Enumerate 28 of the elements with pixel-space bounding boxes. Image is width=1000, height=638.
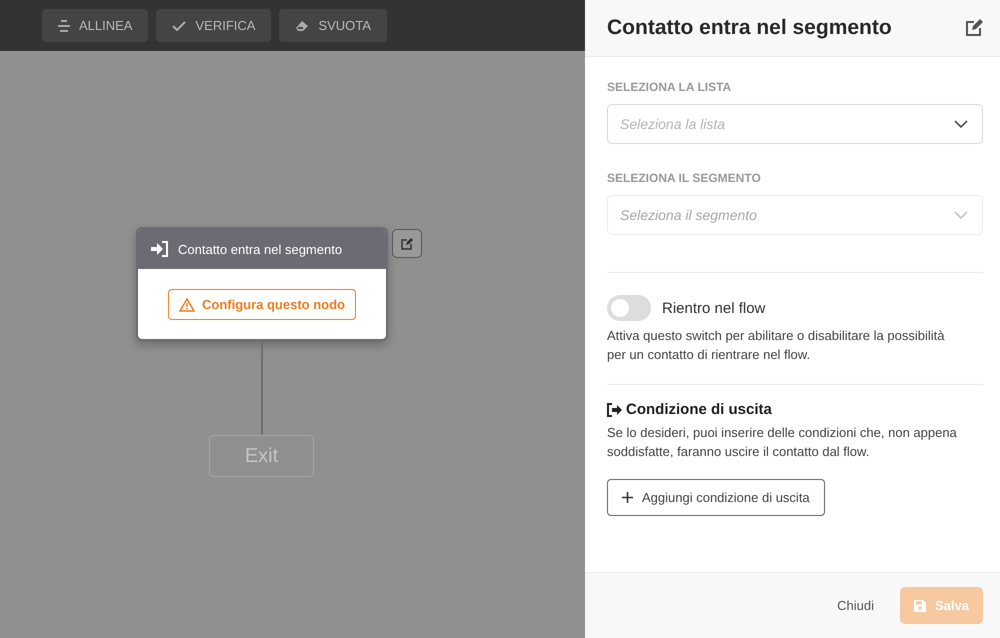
edit-button[interactable] [392,229,422,258]
panel-title: Contatto entra nel segmento [607,16,892,40]
toolbar-button[interactable]: SVUOTA [279,9,387,42]
sign-out-icon [607,402,623,416]
chevron-down-icon [954,120,968,128]
section-description: Se lo desideri, puoi inserire delle condizioni che, non appena soddisfatte, faranno uscire il contatto dal flow. [607,424,958,461]
plus-icon [622,492,633,503]
toolbar-button[interactable]: VERIFICA [156,9,272,42]
warning-icon [179,298,195,312]
toggle-switch[interactable] [607,295,651,321]
edit-icon [401,238,413,250]
toolbar-button[interactable]: ALLINEA [42,9,148,42]
add-condition-button[interactable]: Aggiungi condizione di uscita [607,479,825,516]
flow-node[interactable]: Contatto entra nel segmento Configura questo nodo [136,227,388,341]
toggle-description: Attiva questo switch per abilitare o disabilitare la possibilità per un contatto di rientrare nel flow. [607,327,946,364]
eraser-icon [295,20,310,32]
toggle-label: Rientro nel flow [662,300,766,316]
align-icon [58,20,70,32]
close-button[interactable]: Chiudi [831,597,880,614]
configure-node-button[interactable]: Configura questo nodo [168,289,356,320]
node-title: Contatto entra nel segmento [178,242,342,256]
edit-icon[interactable] [965,19,983,37]
check-icon [172,20,186,32]
section-title: Condizione di uscita [626,401,772,418]
field-label: SELEZIONA IL SEGMENTO [607,171,762,185]
field-label: SELEZIONA LA LISTA [607,80,732,94]
sign-in-icon [151,241,169,257]
chevron-down-icon [954,211,968,219]
